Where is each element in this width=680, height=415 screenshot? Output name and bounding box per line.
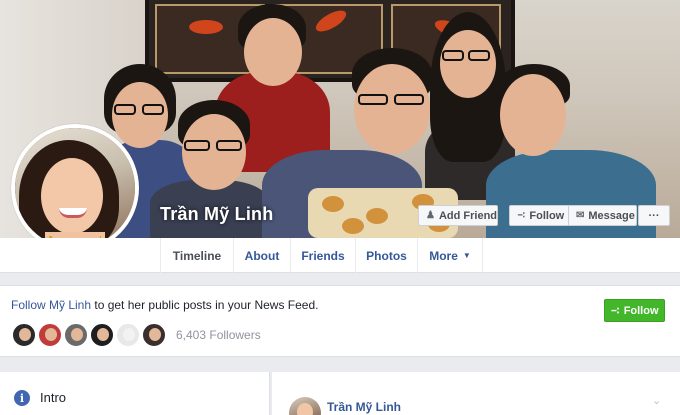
chevron-down-icon[interactable]: ⌄	[652, 394, 661, 407]
follow-green-label: Follow	[623, 304, 659, 317]
intro-card: i Intro	[0, 372, 270, 415]
rss-icon: ∹	[517, 210, 526, 221]
chat-bubble-icon: ✉	[576, 210, 585, 221]
followers-count[interactable]: 6,403 Followers	[176, 328, 261, 342]
follow-green-button[interactable]: ∹ Follow	[604, 299, 665, 322]
profile-name[interactable]: Trần Mỹ Linh	[160, 204, 273, 225]
follow-prompt-card: Follow Mỹ Linh to get her public posts i…	[0, 285, 680, 357]
follower-avatar[interactable]	[12, 323, 36, 347]
tab-photos[interactable]: Photos	[355, 238, 417, 273]
follow-prompt-rest: to get her public posts in your News Fee…	[91, 298, 319, 312]
profile-picture[interactable]	[11, 124, 139, 252]
tab-friends[interactable]: Friends	[290, 238, 355, 273]
tab-timeline[interactable]: Timeline	[160, 238, 233, 273]
profile-tabs: Timeline About Friends Photos More ▼	[0, 238, 680, 273]
follower-avatar[interactable]	[142, 323, 166, 347]
tab-more[interactable]: More ▼	[417, 238, 483, 273]
add-friend-button[interactable]: ♟ Add Friend	[418, 205, 498, 226]
follow-label: Follow	[529, 209, 565, 222]
rss-icon: ∹	[610, 305, 620, 317]
more-actions-button[interactable]: ···	[638, 205, 670, 226]
add-person-icon: ♟	[426, 210, 435, 221]
tab-about[interactable]: About	[233, 238, 290, 273]
info-icon: i	[14, 390, 30, 406]
post-card: Trần Mỹ Linh ⌄	[272, 372, 680, 415]
ellipsis-icon: ···	[648, 209, 660, 222]
follow-name-link[interactable]: Follow Mỹ Linh	[11, 298, 91, 312]
message-button[interactable]: ✉ Message	[569, 205, 637, 226]
post-author-avatar[interactable]	[289, 397, 321, 415]
followers-row[interactable]: 6,403 Followers	[12, 322, 261, 348]
intro-title: Intro	[40, 390, 67, 405]
post-author-name[interactable]: Trần Mỹ Linh	[327, 400, 401, 414]
follower-avatar[interactable]	[64, 323, 88, 347]
message-label: Message	[588, 209, 635, 222]
follower-avatar[interactable]	[38, 323, 62, 347]
tab-more-label: More	[429, 248, 458, 263]
caret-down-icon: ▼	[462, 251, 471, 260]
follow-prompt-text: Follow Mỹ Linh to get her public posts i…	[11, 298, 318, 312]
add-friend-label: Add Friend	[438, 209, 498, 222]
follow-button[interactable]: ∹ Follow	[509, 205, 569, 226]
follower-avatar[interactable]	[90, 323, 114, 347]
follower-avatar[interactable]	[116, 323, 140, 347]
